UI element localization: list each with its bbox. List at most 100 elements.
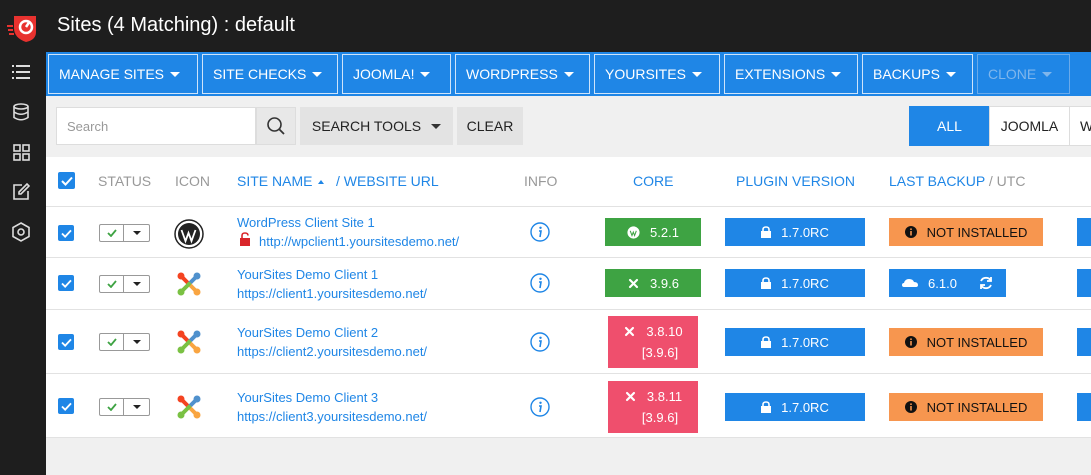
core-version-badge[interactable]: 5.2.1	[605, 218, 701, 246]
nav-extensions[interactable]: EXTENSIONS	[724, 54, 858, 94]
header-last-backup[interactable]: LAST BACKUP / UTC	[889, 173, 1025, 189]
database-icon[interactable]	[10, 101, 32, 123]
backup-status-badge[interactable]: NOT INSTALLED	[889, 328, 1043, 356]
logo-icon[interactable]	[6, 8, 42, 44]
action-badge[interactable]	[1077, 218, 1091, 246]
status-toggle[interactable]	[99, 333, 150, 351]
header-core[interactable]: CORE	[633, 173, 673, 189]
info-circle-icon	[904, 226, 917, 238]
nav-site-checks[interactable]: SITE CHECKS	[202, 54, 338, 94]
caret-down-icon	[170, 71, 181, 77]
header: Sites (4 Matching) : default	[46, 0, 1091, 52]
nav-label: CLONE	[988, 66, 1037, 82]
clear-button[interactable]: CLEAR	[457, 107, 523, 145]
plugin-version-badge[interactable]: 1.7.0RC	[725, 393, 865, 421]
check-icon	[100, 225, 124, 241]
table-row: WordPress Client Site 1 http://wpclient1…	[46, 206, 1091, 257]
row-checkbox[interactable]	[58, 225, 74, 241]
backup-status-badge[interactable]: NOT INSTALLED	[889, 393, 1043, 421]
caret-down-icon	[124, 225, 149, 241]
check-icon	[100, 276, 124, 292]
info-circle-icon	[904, 401, 917, 413]
action-badge[interactable]	[1077, 328, 1091, 356]
header-site-name-label: SITE NAME	[237, 173, 313, 189]
table-row: YourSites Demo Client 3 https://client3.…	[46, 373, 1091, 438]
joomla-icon	[627, 277, 640, 290]
search-button[interactable]	[256, 107, 296, 145]
row-checkbox[interactable]	[58, 398, 74, 414]
row-checkbox[interactable]	[58, 275, 74, 291]
site-name-link[interactable]: YourSites Demo Client 2	[237, 325, 378, 340]
joomla-icon	[174, 327, 204, 357]
site-url-link[interactable]: https://client2.yoursitesdemo.net/	[237, 344, 427, 359]
site-name-link[interactable]: WordPress Client Site 1	[237, 215, 375, 230]
header-plugin-version[interactable]: PLUGIN VERSION	[736, 173, 855, 189]
site-name-link[interactable]: YourSites Demo Client 3	[237, 390, 378, 405]
status-toggle[interactable]	[99, 275, 150, 293]
lock-icon	[761, 401, 772, 413]
nav-manage-sites[interactable]: MANAGE SITES	[48, 54, 198, 94]
info-icon[interactable]	[530, 397, 550, 417]
caret-down-icon	[1042, 71, 1053, 77]
status-toggle[interactable]	[99, 224, 150, 242]
caret-down-icon	[124, 276, 149, 292]
nav-joomla[interactable]: JOOMLA!	[342, 54, 451, 94]
header-site-name[interactable]: SITE NAME	[237, 173, 325, 189]
caret-down-icon	[420, 71, 431, 77]
plugin-version-badge[interactable]: 1.7.0RC	[725, 269, 865, 297]
refresh-icon[interactable]	[979, 276, 993, 290]
plugin-version: 1.7.0RC	[781, 224, 829, 240]
core-version-badge[interactable]: 3.8.10 [3.9.6]	[608, 316, 698, 368]
table-row: YourSites Demo Client 1 https://client1.…	[46, 257, 1091, 309]
edit-icon[interactable]	[10, 181, 32, 203]
backup-version-badge[interactable]: 6.1.0	[889, 269, 1006, 297]
search-icon	[267, 117, 285, 135]
header-website-url[interactable]: / WEBSITE URL	[336, 173, 439, 189]
lock-icon	[761, 336, 772, 348]
page-title: Sites (4 Matching) : default	[57, 14, 295, 36]
info-icon[interactable]	[530, 222, 550, 242]
unlock-icon	[239, 232, 251, 246]
info-icon[interactable]	[530, 332, 550, 352]
filter-joomla[interactable]: JOOMLA	[989, 106, 1070, 146]
search-input[interactable]	[56, 107, 256, 145]
core-version-badge[interactable]: 3.8.11 [3.9.6]	[608, 381, 698, 433]
lock-icon	[761, 226, 772, 238]
site-url-link[interactable]: http://wpclient1.yoursitesdemo.net/	[259, 234, 459, 249]
check-icon	[100, 399, 124, 415]
list-icon[interactable]	[10, 61, 32, 83]
site-url-link[interactable]: https://client3.yoursitesdemo.net/	[237, 409, 427, 424]
action-badge[interactable]	[1077, 393, 1091, 421]
nav-label: MANAGE SITES	[59, 66, 165, 82]
backup-status-badge[interactable]: NOT INSTALLED	[889, 218, 1043, 246]
sites-table: STATUS ICON SITE NAME / WEBSITE URL INFO…	[46, 157, 1091, 438]
status-toggle[interactable]	[99, 398, 150, 416]
wordpress-icon	[174, 219, 204, 249]
nav-yoursites[interactable]: YOURSITES	[594, 54, 720, 94]
nav-label: SITE CHECKS	[213, 66, 307, 82]
info-icon[interactable]	[530, 273, 550, 293]
site-name-link[interactable]: YourSites Demo Client 1	[237, 267, 378, 282]
search-tools-button[interactable]: SEARCH TOOLS	[300, 107, 453, 145]
site-url-link[interactable]: https://client1.yoursitesdemo.net/	[237, 286, 427, 301]
plugin-version-badge[interactable]: 1.7.0RC	[725, 218, 865, 246]
nav-clone[interactable]: CLONE	[977, 54, 1070, 94]
filter-all[interactable]: ALL	[909, 106, 990, 146]
core-version: 3.8.11	[646, 389, 683, 404]
header-utc: / UTC	[988, 173, 1026, 189]
select-all-checkbox[interactable]	[58, 172, 75, 189]
settings-icon[interactable]	[10, 221, 32, 243]
core-version-badge[interactable]: 3.9.6	[605, 269, 701, 297]
row-checkbox[interactable]	[58, 334, 74, 350]
plugin-version-badge[interactable]: 1.7.0RC	[725, 328, 865, 356]
nav-wordpress[interactable]: WORDPRESS	[455, 54, 590, 94]
sort-asc-icon	[318, 180, 325, 185]
action-badge[interactable]	[1077, 269, 1091, 297]
grid-icon[interactable]	[10, 141, 32, 163]
info-circle-icon	[904, 336, 917, 348]
nav-backups[interactable]: BACKUPS	[862, 54, 973, 94]
nav-label: WORDPRESS	[466, 66, 558, 82]
filter-wordpress[interactable]: W	[1069, 106, 1091, 146]
nav-label: JOOMLA!	[353, 66, 415, 82]
joomla-icon	[174, 392, 204, 422]
